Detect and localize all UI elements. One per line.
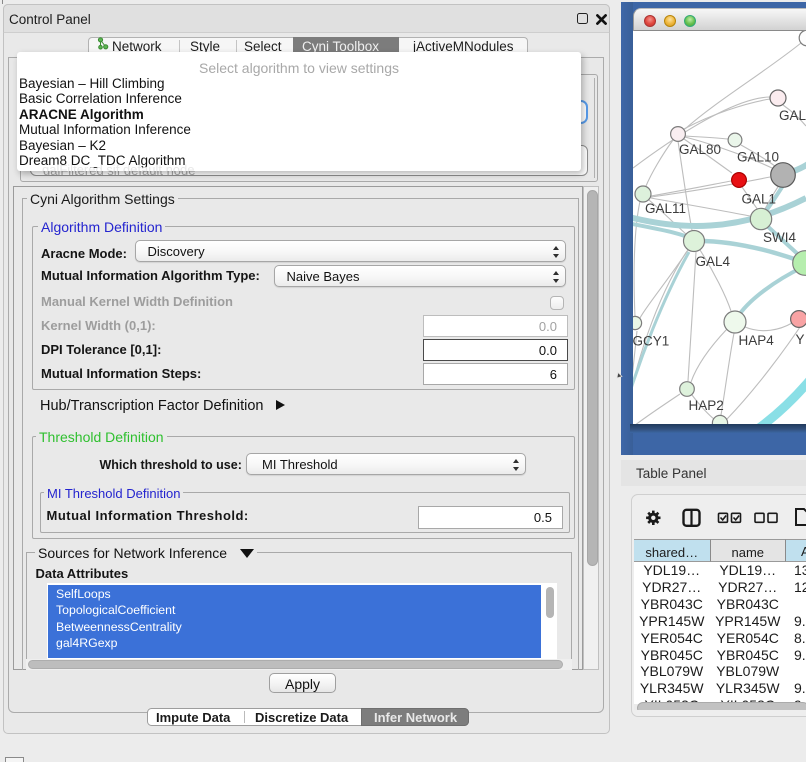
svg-text:GCY1: GCY1 [633, 334, 669, 349]
svg-text:HAP2: HAP2 [689, 398, 724, 413]
svg-text:Y: Y [796, 332, 805, 347]
svg-text:HAP4: HAP4 [739, 333, 775, 348]
svg-text:GAL11: GAL11 [645, 201, 686, 216]
svg-text:SWI4: SWI4 [763, 230, 796, 245]
svg-text:GAL1: GAL1 [742, 192, 777, 207]
svg-text:GAL4: GAL4 [696, 254, 731, 269]
svg-text:GAL: GAL [779, 108, 806, 123]
svg-text:GAL80: GAL80 [679, 142, 721, 157]
svg-text:GAL10: GAL10 [737, 150, 779, 165]
